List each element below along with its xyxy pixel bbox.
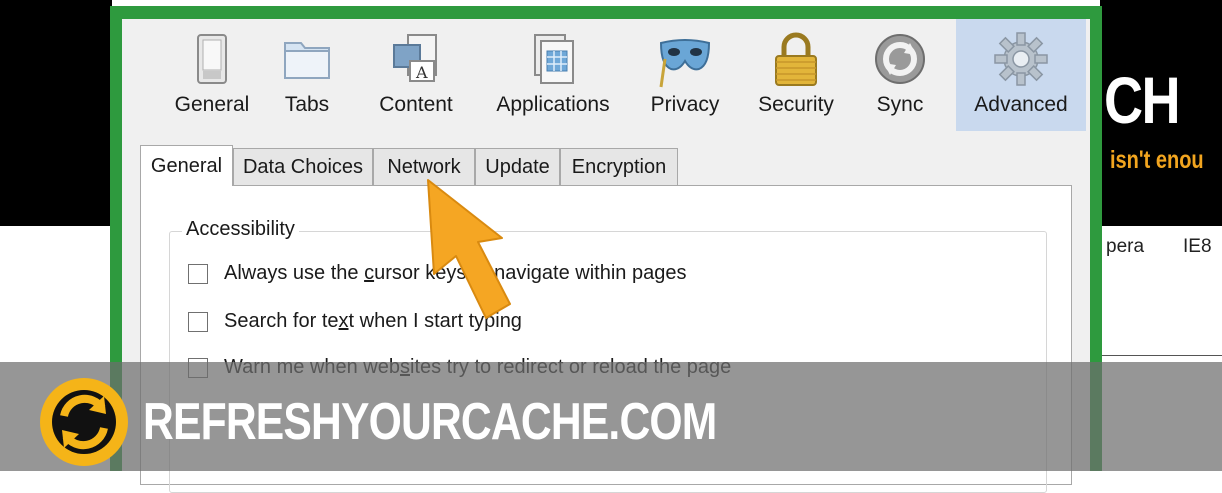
- background-nav-link[interactable]: pera: [1106, 236, 1144, 258]
- background-nav-link[interactable]: IE8: [1183, 236, 1212, 258]
- tab-data-choices[interactable]: Data Choices: [233, 148, 373, 185]
- pane-advanced[interactable]: Advanced: [956, 19, 1086, 131]
- switch-icon: [197, 34, 227, 84]
- pane-label: Security: [758, 93, 834, 116]
- pane-tabs[interactable]: Tabs: [263, 19, 351, 131]
- background-site-tagline: isn't enou: [1110, 146, 1204, 174]
- pane-label: Sync: [876, 93, 924, 116]
- pane-label: Content: [379, 93, 453, 116]
- checkbox-search-text[interactable]: [188, 312, 208, 332]
- pane-content[interactable]: A Content: [358, 19, 474, 131]
- preferences-toolbar: General Tabs A Content Applications Priv…: [122, 19, 1090, 131]
- sync-icon: [875, 34, 925, 84]
- applications-icon: [534, 34, 574, 84]
- svg-text:A: A: [415, 63, 428, 82]
- pane-security[interactable]: Security: [744, 19, 848, 131]
- folder-tabs-icon: [284, 42, 330, 79]
- padlock-icon: [775, 32, 817, 86]
- callout-arrow-icon: [427, 179, 511, 319]
- pane-label: General: [174, 93, 250, 116]
- pane-label: Applications: [496, 93, 610, 116]
- pane-label: Tabs: [284, 93, 330, 116]
- pane-applications[interactable]: Applications: [474, 19, 632, 131]
- gear-icon: [994, 32, 1048, 86]
- tab-encryption[interactable]: Encryption: [560, 148, 678, 185]
- pane-general[interactable]: General: [160, 19, 264, 131]
- pane-sync[interactable]: Sync: [852, 19, 948, 131]
- mask-icon: [659, 39, 711, 88]
- checkbox-cursor-keys[interactable]: [188, 264, 208, 284]
- pane-label: Advanced: [974, 93, 1068, 116]
- background-site-logo: CH: [1104, 63, 1181, 137]
- accessibility-legend: Accessibility: [182, 218, 299, 241]
- content-page-icon: A: [393, 34, 437, 82]
- background-divider: [1100, 355, 1222, 356]
- pane-label: Privacy: [650, 93, 720, 116]
- tab-general[interactable]: General: [140, 145, 233, 186]
- background-header-band-left: [0, 0, 112, 226]
- refresh-logo-icon: [40, 378, 128, 466]
- watermark-text: REFRESHYOURCACHE.COM: [143, 393, 717, 451]
- pane-privacy[interactable]: Privacy: [634, 19, 736, 131]
